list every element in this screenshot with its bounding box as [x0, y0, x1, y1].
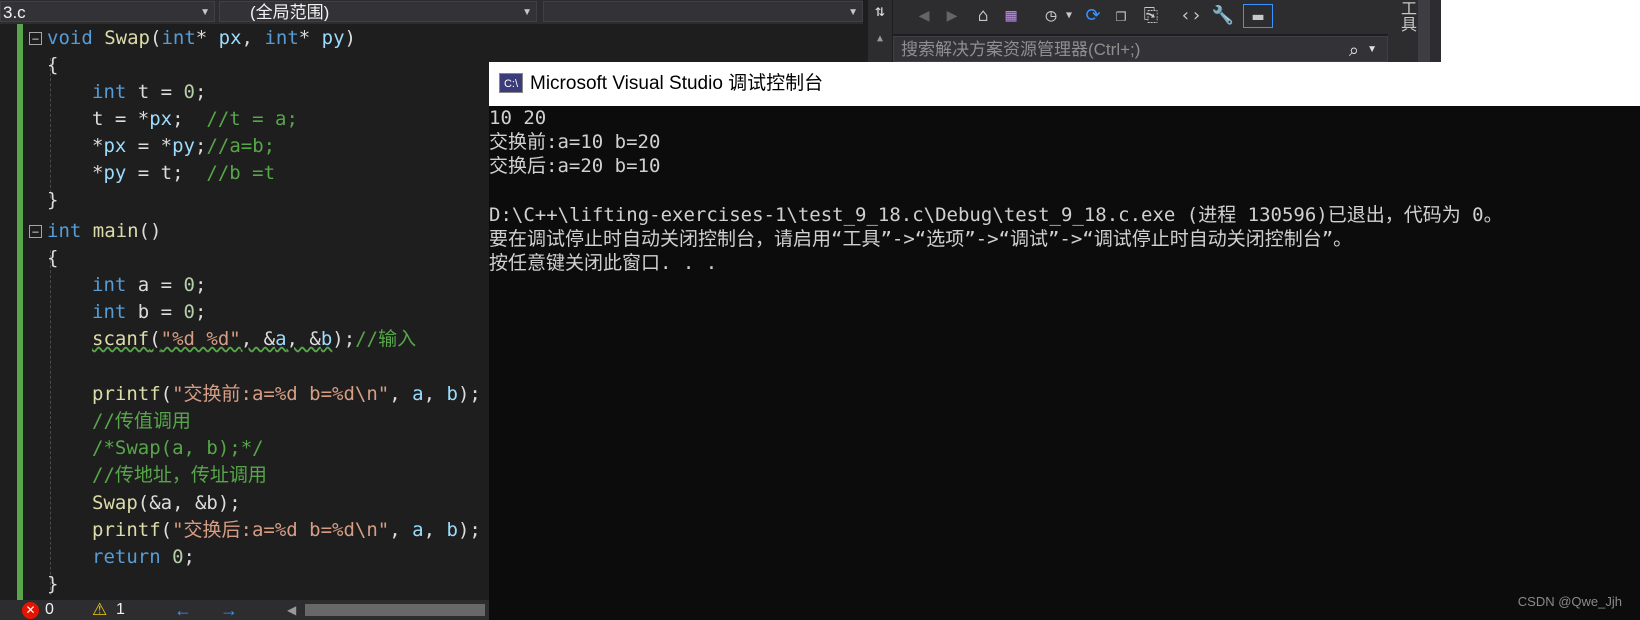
arrow-left-icon[interactable]: ←	[174, 600, 192, 620]
code-line: int b = 0;	[92, 301, 207, 323]
code-line: t = *px; //t = a;	[92, 108, 298, 130]
vertical-scrollbar[interactable]	[1418, 0, 1430, 62]
toolbox-tab[interactable]: 工具	[1396, 0, 1418, 32]
indent-guide	[50, 250, 51, 595]
console-output-line: 按任意键关闭此窗口. . .	[489, 252, 718, 274]
code-line: Swap(&a, &b);	[92, 492, 241, 514]
file-dropdown-label: 3.c	[3, 3, 26, 22]
switch-views-icon[interactable]: ▦	[999, 4, 1023, 28]
console-app-icon: C:\	[499, 73, 523, 93]
chevron-down-icon[interactable]: ▼	[1063, 4, 1075, 28]
code-line: {	[47, 54, 59, 76]
solution-explorer-search-input[interactable]: 搜索解决方案资源管理器(Ctrl+;) ⌕ ▼	[893, 36, 1388, 62]
code-line: void Swap(int* px, int* py)	[47, 27, 356, 49]
code-line: *px = *py;//a=b;	[92, 135, 276, 157]
error-count[interactable]: 0	[45, 600, 54, 620]
member-dropdown[interactable]: ▼	[543, 1, 863, 22]
collapse-all-icon[interactable]: ❐	[1109, 4, 1133, 28]
console-output-line: 要在调试停止时自动关闭控制台，请启用“工具”->“选项”->“调试”->“调试停…	[489, 228, 1353, 250]
console-output-line: 10 20	[489, 107, 547, 129]
warning-squiggle: scanf("%d %d", &a, &b	[92, 328, 333, 350]
code-line: printf("交换前:a=%d b=%d\n", a, b);	[92, 383, 481, 405]
code-line: printf("交换后:a=%d b=%d\n", a, b);	[92, 519, 481, 541]
console-title: Microsoft Visual Studio 调试控制台	[530, 73, 824, 94]
chevron-down-icon: ▼	[200, 7, 210, 18]
code-line: }	[47, 189, 59, 211]
refresh-icon[interactable]: ⟳	[1081, 4, 1105, 28]
console-output-line: D:\C++\lifting-exercises-1\test_9_18.c\D…	[489, 204, 1503, 226]
background-window	[1441, 0, 1640, 62]
editor-navigation-bar: 3.c ▼ (全局范围) ▼ ▼	[0, 0, 863, 24]
code-line: /*Swap(a, b);*/	[92, 437, 264, 459]
scope-dropdown[interactable]: (全局范围) ▼	[219, 1, 537, 22]
watermark: CSDN @Qwe_Jjh	[1517, 594, 1622, 609]
side-tool-strip: 工具	[1388, 0, 1441, 62]
code-line: scanf("%d %d", &a, &b);//输入	[92, 328, 417, 350]
search-placeholder: 搜索解决方案资源管理器(Ctrl+;)	[901, 40, 1141, 59]
code-line: //传值调用	[92, 410, 191, 432]
wrench-icon[interactable]: 🔧	[1211, 4, 1235, 28]
code-view-icon[interactable]: ‹›	[1179, 4, 1203, 28]
split-editor-icon[interactable]: ⇅	[868, 0, 892, 24]
back-icon[interactable]: ◀	[913, 4, 935, 28]
code-line: return 0;	[92, 546, 195, 568]
console-output-line: 交换前:a=10 b=20	[489, 131, 661, 153]
solution-explorer-toolbar: ◀ ▶ ⌂ ▦ ◷ ▼ ⟳ ❐ ⎘ ‹› 🔧 ▬	[893, 0, 1388, 34]
code-line: //传地址，传址调用	[92, 464, 267, 486]
scroll-left-icon[interactable]: ◀	[287, 602, 296, 618]
copy-icon[interactable]: ⎘	[1139, 4, 1163, 28]
home-icon[interactable]: ⌂	[971, 4, 995, 28]
search-icon[interactable]: ⌕	[1349, 37, 1359, 63]
code-line: int main()	[47, 220, 162, 242]
collapse-icon[interactable]: −	[29, 225, 42, 238]
indent-guide	[50, 58, 51, 198]
code-line: int a = 0;	[92, 274, 207, 296]
warning-count[interactable]: 1	[116, 600, 125, 620]
code-line: {	[47, 247, 59, 269]
code-line: *py = t; //b =t	[92, 162, 276, 184]
chevron-down-icon[interactable]: ▼	[1367, 37, 1377, 63]
collapse-icon[interactable]: −	[29, 32, 42, 45]
warning-icon[interactable]: ⚠	[92, 600, 107, 620]
error-icon[interactable]: ✕	[22, 602, 39, 619]
debug-console-window[interactable]	[489, 62, 1640, 620]
pending-changes-icon[interactable]: ◷	[1039, 4, 1063, 28]
chevron-down-icon: ▼	[848, 7, 858, 18]
code-line: }	[47, 573, 59, 595]
console-output-line: 交换后:a=20 b=10	[489, 155, 661, 177]
arrow-right-icon[interactable]: →	[220, 600, 238, 620]
forward-icon[interactable]: ▶	[941, 4, 963, 28]
horizontal-scrollbar[interactable]	[305, 604, 485, 616]
file-dropdown[interactable]: 3.c ▼	[0, 1, 215, 22]
scroll-up-icon[interactable]: ▲	[868, 24, 892, 62]
chevron-down-icon: ▼	[522, 7, 532, 18]
change-tracking-bar	[17, 24, 23, 600]
code-line: int t = 0;	[92, 81, 207, 103]
preview-icon[interactable]: ▬	[1243, 4, 1273, 28]
scope-dropdown-label: (全局范围)	[250, 3, 330, 22]
